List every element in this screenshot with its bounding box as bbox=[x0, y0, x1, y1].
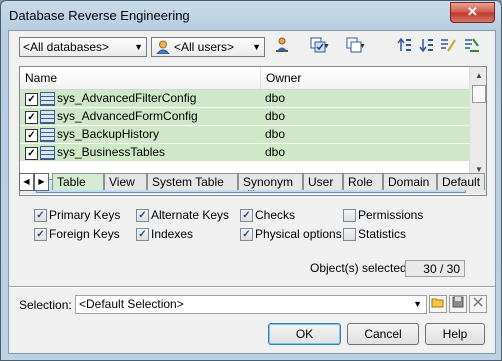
option-label: Permissions bbox=[358, 208, 424, 222]
row-owner: dbo bbox=[265, 109, 286, 123]
tab-domain[interactable]: Domain bbox=[383, 173, 437, 190]
table-row[interactable]: ✓ sys_AdvancedFilterConfig dbo bbox=[20, 90, 469, 107]
owner-filter-icon bbox=[276, 37, 288, 52]
option-label: Alternate Keys bbox=[151, 208, 230, 222]
delete-selection-button[interactable] bbox=[469, 295, 487, 313]
open-selection-button[interactable] bbox=[429, 295, 447, 313]
tab-scroll-left-button[interactable]: ◀ bbox=[19, 173, 34, 191]
option-label: Physical options bbox=[255, 227, 342, 241]
object-type-tabs: ◀ ▶ Table View System Table Synonym User… bbox=[19, 173, 485, 191]
window-title: Database Reverse Engineering bbox=[9, 8, 190, 23]
clear-filter-icon bbox=[465, 38, 479, 52]
objects-selected-value: 30 / 30 bbox=[405, 260, 465, 277]
grid-header: Name Owner bbox=[20, 67, 469, 90]
option-label: Indexes bbox=[151, 227, 194, 241]
separator bbox=[9, 286, 495, 288]
tab-synonym[interactable]: Synonym bbox=[238, 173, 303, 190]
help-button[interactable]: Help bbox=[425, 323, 485, 345]
user-filter-value: <All users> bbox=[174, 40, 235, 54]
table-icon bbox=[40, 92, 55, 106]
dialog-body: <All databases> ▼ <All users> ▼ ▼ ▼ Name… bbox=[8, 30, 496, 354]
checkbox[interactable] bbox=[343, 209, 356, 222]
tab-default[interactable]: Default bbox=[437, 173, 485, 190]
column-header-name[interactable]: Name bbox=[20, 67, 259, 89]
row-owner: dbo bbox=[265, 145, 286, 159]
checkbox[interactable]: ✓ bbox=[240, 209, 253, 222]
row-checkbox[interactable]: ✓ bbox=[25, 93, 38, 106]
tab-user[interactable]: User bbox=[303, 173, 343, 190]
deselect-all-button[interactable]: ▼ bbox=[339, 37, 369, 57]
tab-view[interactable]: View bbox=[104, 173, 147, 190]
database-filter-value: <All databases> bbox=[23, 40, 110, 54]
table-icon bbox=[40, 146, 55, 160]
filter-button[interactable] bbox=[437, 37, 459, 57]
selection-value: <Default Selection> bbox=[79, 297, 184, 311]
user-filter-combo[interactable]: <All users> ▼ bbox=[151, 37, 265, 57]
row-owner: dbo bbox=[265, 91, 286, 105]
objects-selected-label: Object(s) selected: bbox=[310, 261, 411, 275]
table-icon bbox=[40, 110, 55, 124]
filter-icon bbox=[441, 39, 456, 52]
option-label: Primary Keys bbox=[49, 208, 121, 222]
table-icon bbox=[40, 128, 55, 142]
select-all-button[interactable]: ▼ bbox=[303, 37, 333, 57]
tab-table[interactable]: Table bbox=[52, 173, 104, 190]
ok-button[interactable]: OK bbox=[268, 323, 341, 345]
toolbar: <All databases> ▼ <All users> ▼ ▼ ▼ bbox=[9, 31, 495, 61]
row-checkbox[interactable]: ✓ bbox=[25, 129, 38, 142]
database-filter-combo[interactable]: <All databases> ▼ bbox=[19, 37, 147, 57]
option-label: Statistics bbox=[358, 227, 407, 241]
scroll-up-icon[interactable]: ▲ bbox=[475, 71, 483, 80]
option-label: Checks bbox=[255, 208, 296, 222]
move-up-button[interactable] bbox=[393, 37, 415, 57]
column-header-owner[interactable]: Owner bbox=[260, 67, 474, 89]
checkbox[interactable] bbox=[343, 228, 356, 241]
cancel-button[interactable]: Cancel bbox=[347, 323, 419, 345]
dialog-window: Database Reverse Engineering ✕ <All data… bbox=[0, 0, 502, 361]
chevron-down-icon: ▼ bbox=[413, 299, 422, 309]
chevron-down-icon: ▼ bbox=[252, 42, 261, 52]
table-row[interactable]: ✓ sys_BackupHistory dbo bbox=[20, 126, 469, 143]
table-row[interactable]: ✓ sys_AdvancedFormConfig dbo bbox=[20, 108, 469, 125]
save-selection-button[interactable] bbox=[449, 295, 467, 313]
checkbox[interactable]: ✓ bbox=[240, 228, 253, 241]
row-checkbox[interactable]: ✓ bbox=[25, 147, 38, 160]
scroll-thumb[interactable] bbox=[472, 85, 486, 103]
tab-role[interactable]: Role bbox=[343, 173, 383, 190]
row-checkbox[interactable]: ✓ bbox=[25, 111, 38, 124]
chevron-down-icon: ▼ bbox=[359, 43, 366, 50]
vertical-scrollbar[interactable]: ▲ ▼ bbox=[469, 67, 486, 177]
user-icon bbox=[156, 40, 170, 54]
move-up-icon bbox=[397, 37, 411, 51]
row-name: sys_AdvancedFilterConfig bbox=[57, 91, 197, 105]
tab-scroll-right-button[interactable]: ▶ bbox=[34, 173, 49, 191]
move-down-icon bbox=[419, 39, 433, 53]
reverse-options: ✓ Primary Keys ✓ Alternate Keys ✓ Checks… bbox=[19, 198, 485, 248]
save-icon bbox=[452, 296, 464, 308]
owner-filter-button[interactable] bbox=[271, 37, 293, 57]
table-row[interactable]: ✓ sys_BusinessTables dbo bbox=[20, 144, 469, 161]
folder-icon bbox=[431, 298, 444, 308]
chevron-down-icon: ▼ bbox=[134, 42, 143, 52]
clear-filter-button[interactable] bbox=[461, 37, 483, 57]
checkbox[interactable]: ✓ bbox=[34, 228, 47, 241]
checkbox[interactable]: ✓ bbox=[34, 209, 47, 222]
row-name: sys_AdvancedFormConfig bbox=[57, 109, 198, 123]
checkbox[interactable]: ✓ bbox=[136, 228, 149, 241]
row-owner: dbo bbox=[265, 127, 286, 141]
selection-label: Selection: bbox=[19, 298, 72, 312]
option-label: Foreign Keys bbox=[49, 227, 120, 241]
checkbox[interactable]: ✓ bbox=[136, 209, 149, 222]
tab-system-table[interactable]: System Table bbox=[147, 173, 238, 190]
row-name: sys_BusinessTables bbox=[57, 145, 166, 159]
chevron-down-icon: ▼ bbox=[323, 43, 330, 50]
close-button[interactable]: ✕ bbox=[450, 2, 495, 23]
selection-combo[interactable]: <Default Selection> ▼ bbox=[75, 295, 427, 314]
move-down-button[interactable] bbox=[415, 37, 437, 57]
row-name: sys_BackupHistory bbox=[57, 127, 160, 141]
close-icon bbox=[473, 297, 483, 307]
